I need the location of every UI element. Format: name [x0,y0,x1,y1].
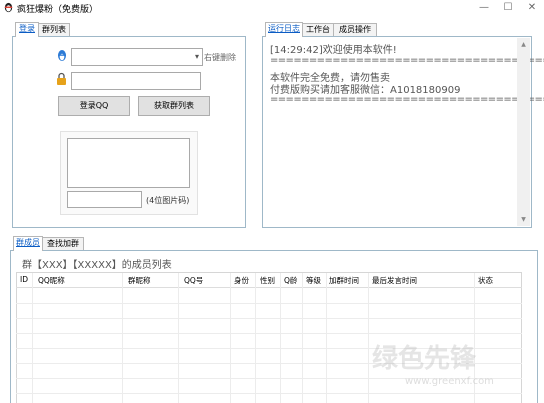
grid-divider [178,273,179,403]
tab-run-log[interactable]: 运行日志 [265,22,303,37]
column-header-gender[interactable]: 性别 [260,275,275,286]
minimize-button[interactable]: — [472,0,496,16]
log-line: [14:29:42]欢迎使用本软件! [270,45,397,56]
lock-icon [57,72,66,85]
chevron-down-icon[interactable]: ▾ [195,52,199,61]
maximize-button[interactable]: ☐ [496,0,520,16]
column-header-qq-age[interactable]: Q龄 [284,275,297,286]
tab-workbench[interactable]: 工作台 [302,23,334,37]
grid-divider [16,333,522,334]
captcha-hint: (4位图片码) [146,196,190,205]
tab-group-members[interactable]: 群成员 [13,236,43,251]
watermark-logo: 绿色先锋 [372,344,477,374]
qq-penguin-icon [4,2,13,13]
password-field[interactable] [71,72,201,90]
captcha-input[interactable] [67,191,142,208]
right-click-delete-hint: 右键删除 [204,53,236,62]
log-scrollbar[interactable]: ▲ ▼ [517,38,530,226]
tab-member-ops[interactable]: 成员操作 [333,23,377,37]
grid-divider [32,273,33,403]
qq-account-icon [58,50,66,61]
grid-divider [368,273,369,403]
log-line: ==================================== [270,55,544,66]
grid-divider [16,318,522,319]
tab-find-groups[interactable]: 查找加群 [42,237,84,251]
grid-divider [122,273,123,403]
grid-divider [280,273,281,403]
get-group-list-button[interactable]: 获取群列表 [138,96,210,116]
watermark-url: www.greenxf.com [405,376,494,387]
tab-login[interactable]: 登录 [15,22,39,37]
log-line: ==================================== [270,94,544,105]
column-header-status[interactable]: 状态 [478,275,493,286]
login-qq-button[interactable]: 登录QQ [58,96,130,116]
column-header-qq-nickname[interactable]: QQ昵称 [38,275,65,286]
window-title: 疯狂爆粉（免费版） [17,5,99,15]
member-table-header: ID QQ昵称 群昵称 QQ号 身份 性别 Q龄 等级 加群时间 最后发言时间 … [16,273,522,288]
grid-divider [302,273,303,403]
title-bar: 疯狂爆粉（免费版） — ☐ ✕ [0,0,544,16]
column-header-join-time[interactable]: 加群时间 [329,275,359,286]
column-header-last-speak-time[interactable]: 最后发言时间 [372,275,417,286]
scroll-up-icon[interactable]: ▲ [517,38,530,51]
grid-divider [326,273,327,403]
tab-group-list[interactable]: 群列表 [38,23,70,37]
grid-divider [255,273,256,403]
column-header-level[interactable]: 等级 [306,275,321,286]
column-header-group-nickname[interactable]: 群昵称 [128,275,151,286]
close-button[interactable]: ✕ [520,0,544,16]
grid-divider [230,273,231,403]
column-header-qq-number[interactable]: QQ号 [184,275,203,286]
member-list-caption: 群【XXX】【XXXXX】的成员列表 [22,260,172,271]
scroll-down-icon[interactable]: ▼ [517,213,530,226]
grid-divider [16,393,522,394]
column-header-id[interactable]: ID [20,275,28,284]
account-combobox[interactable]: ▾ [71,48,203,66]
captcha-image[interactable] [67,138,190,188]
column-header-role[interactable]: 身份 [234,275,249,286]
grid-divider [16,303,522,304]
